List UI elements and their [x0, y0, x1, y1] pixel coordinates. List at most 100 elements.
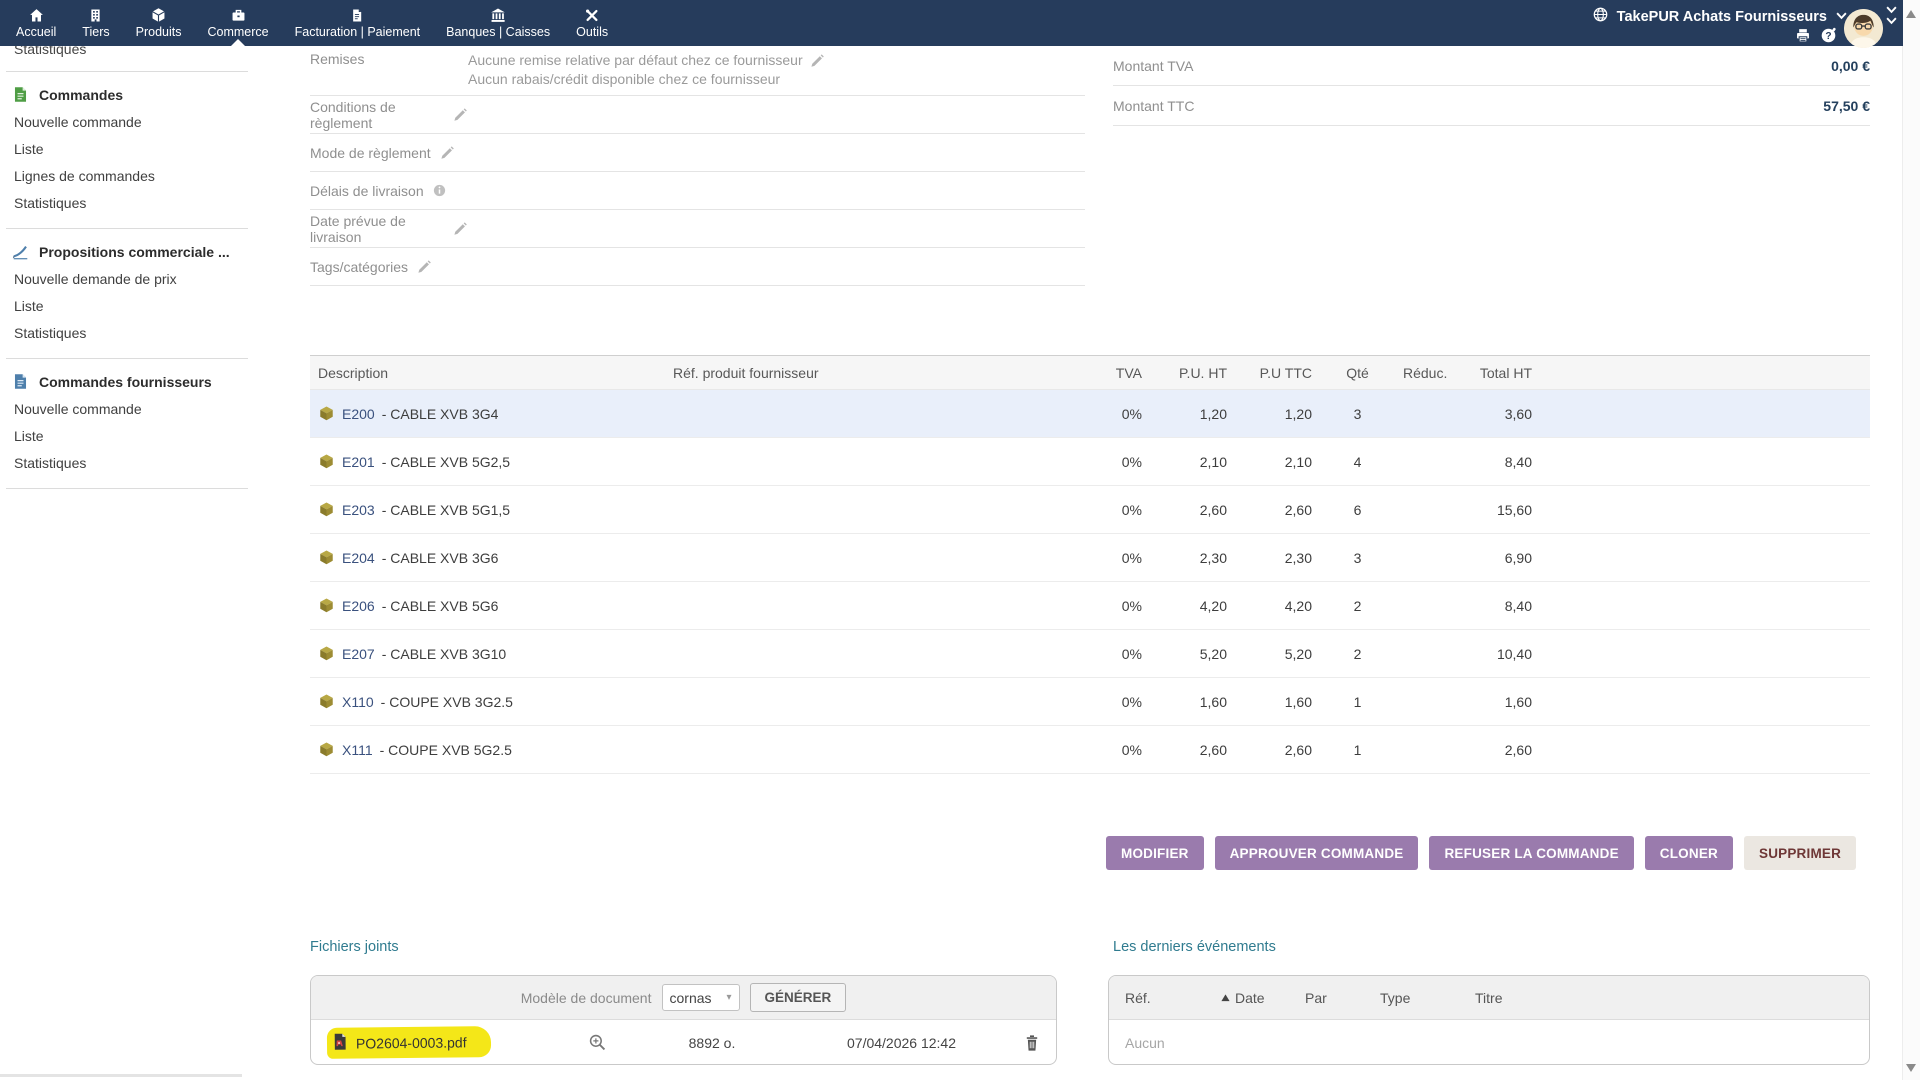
column-header-p-u-ttc: P.U TTC	[1235, 356, 1320, 390]
events-column-date[interactable]: Date	[1220, 990, 1305, 1006]
edit-pencil-icon[interactable]	[439, 145, 455, 161]
edit-pencil-icon[interactable]	[452, 221, 468, 237]
cloner-button[interactable]: CLONER	[1645, 836, 1733, 870]
document-model-select[interactable]: cornas ▾	[662, 984, 740, 1011]
line-qty: 2	[1320, 630, 1395, 678]
sidebar-item-nouvelle-demande-de-prix[interactable]: Nouvelle demande de prix	[0, 265, 256, 292]
sidebar-item-nouvelle-commande[interactable]: Nouvelle commande	[0, 108, 256, 135]
nav-item-outils[interactable]: Outils	[563, 0, 621, 46]
home-icon	[28, 7, 45, 24]
product-ref-link[interactable]: E203	[342, 502, 375, 518]
line-pu-ht: 2,60	[1150, 726, 1235, 774]
scroll-down-arrow-icon[interactable]	[1906, 1064, 1916, 1072]
edit-pencil-icon[interactable]	[809, 53, 825, 69]
vertical-scrollbar[interactable]	[1902, 0, 1920, 1080]
order-lines-table: DescriptionRéf. produit fournisseurTVAP.…	[310, 355, 1870, 774]
sidebar-divider	[6, 488, 248, 489]
file-link-highlighted[interactable]: PO2604-0003.pdf	[327, 1026, 491, 1059]
sort-ascending-icon[interactable]	[1220, 990, 1231, 1006]
line-reduc	[1395, 534, 1455, 582]
product-ref-link[interactable]: X110	[342, 694, 374, 710]
total-label: Montant TVA	[1113, 58, 1193, 74]
product-ref-link[interactable]: X111	[342, 742, 373, 758]
modifier-button[interactable]: MODIFIER	[1106, 836, 1204, 870]
sidebar-section-commandes[interactable]: Commandes	[12, 86, 256, 103]
sidebar-section-propositions-commerciale[interactable]: Propositions commerciale ...	[12, 243, 256, 260]
field-label-text: Remises	[310, 51, 364, 67]
line-pu-ttc: 2,30	[1235, 534, 1320, 582]
nav-item-banques-caisses[interactable]: Banques | Caisses	[433, 0, 563, 46]
sidebar-item-liste[interactable]: Liste	[0, 422, 256, 449]
total-row-montant-tva: Montant TVA 0,00 €	[1113, 46, 1870, 86]
avatar[interactable]	[1844, 9, 1883, 48]
sidebar-item-liste[interactable]: Liste	[0, 135, 256, 162]
line-pu-ttc: 4,20	[1235, 582, 1320, 630]
product-ref-link[interactable]: E200	[342, 406, 375, 422]
delete-trash-icon[interactable]	[1016, 1034, 1040, 1052]
product-cube-icon	[318, 405, 335, 422]
events-column-titre[interactable]: Titre	[1475, 990, 1853, 1006]
sidebar-item-nouvelle-commande[interactable]: Nouvelle commande	[0, 395, 256, 422]
field-row-mode-de-r-glement: Mode de règlement	[310, 134, 1085, 172]
sidebar-item-lignes-de-commandes[interactable]: Lignes de commandes	[0, 162, 256, 189]
product-ref-link[interactable]: E206	[342, 598, 375, 614]
line-total-ht: 3,60	[1455, 390, 1540, 438]
tools-icon	[584, 7, 600, 24]
line-supplier-ref	[665, 582, 965, 630]
sidebar-item-statistiques[interactable]: Statistiques	[0, 319, 256, 346]
sidebar-divider	[6, 71, 248, 72]
attachments-box: Modèle de document cornas ▾ GÉNÉRER PO26…	[310, 975, 1057, 1065]
supprimer-button[interactable]: SUPPRIMER	[1744, 836, 1856, 870]
chevron-down-icon[interactable]	[1885, 5, 1898, 26]
line-supplier-ref	[665, 390, 965, 438]
field-label-text: Tags/catégories	[310, 259, 408, 275]
nav-item-facturation-paiement[interactable]: Facturation | Paiement	[282, 0, 434, 46]
events-column-r-f[interactable]: Réf.	[1125, 990, 1220, 1006]
product-ref-link[interactable]: E207	[342, 646, 375, 662]
sidebar-item-statistiques[interactable]: Statistiques	[0, 189, 256, 216]
edit-pencil-icon[interactable]	[452, 107, 468, 123]
refuser-la-commande-button[interactable]: REFUSER LA COMMANDE	[1429, 836, 1633, 870]
nav-item-tiers[interactable]: Tiers	[69, 0, 122, 46]
order-line-row: E200 - CABLE XVB 3G40%1,201,2033,60	[310, 390, 1870, 438]
nav-item-accueil[interactable]: Accueil	[3, 0, 69, 46]
quick-icons: ?	[1794, 27, 1838, 44]
line-pu-ht: 2,10	[1150, 438, 1235, 486]
order-line-row: E206 - CABLE XVB 5G60%4,204,2028,40	[310, 582, 1870, 630]
generate-button[interactable]: GÉNÉRER	[750, 983, 847, 1012]
line-spacer	[1540, 438, 1870, 486]
nav-item-produits[interactable]: Produits	[123, 0, 195, 46]
product-ref-link[interactable]: E204	[342, 550, 375, 566]
line-pu-ht: 1,20	[1150, 390, 1235, 438]
edit-pencil-icon[interactable]	[416, 259, 432, 275]
total-value: 0,00 €	[1831, 58, 1870, 74]
approuver-commande-button[interactable]: APPROUVER COMMANDE	[1215, 836, 1419, 870]
line-total-ht: 1,60	[1455, 678, 1540, 726]
nav-item-label: Accueil	[16, 26, 56, 39]
events-empty-row: Aucun	[1109, 1020, 1869, 1065]
events-column-label: Réf.	[1125, 990, 1151, 1006]
sidebar-item-liste[interactable]: Liste	[0, 292, 256, 319]
nav-item-label: Tiers	[82, 26, 109, 39]
cube-icon	[150, 7, 167, 24]
preview-magnifier-icon[interactable]	[557, 1033, 637, 1052]
field-label-text: Mode de règlement	[310, 145, 431, 161]
pdf-file-icon	[332, 1033, 348, 1054]
bank-icon	[489, 7, 507, 24]
field-label-text: Conditions de règlement	[310, 99, 444, 131]
events-column-type[interactable]: Type	[1380, 990, 1475, 1006]
product-ref-link[interactable]: E201	[342, 454, 375, 470]
pen-blue-icon	[12, 243, 29, 260]
nav-item-commerce[interactable]: Commerce	[194, 0, 281, 46]
events-column-par[interactable]: Par	[1305, 990, 1380, 1006]
user-menu[interactable]: TakePUR Achats Fournisseurs	[1592, 6, 1848, 27]
sidebar-section-commandes-fournisseurs[interactable]: Commandes fournisseurs	[12, 373, 256, 390]
building-icon	[88, 7, 103, 24]
help-button[interactable]: ?	[1820, 27, 1838, 44]
scroll-up-arrow-icon[interactable]	[1906, 10, 1916, 18]
print-button[interactable]	[1794, 27, 1812, 44]
sidebar-item-statistiques[interactable]: Statistiques	[0, 449, 256, 476]
sidebar-section-title: Commandes	[39, 87, 123, 103]
line-description: E207 - CABLE XVB 3G10	[318, 645, 657, 662]
sidebar-item-statistiques-cut[interactable]: Statistiques	[14, 46, 256, 59]
